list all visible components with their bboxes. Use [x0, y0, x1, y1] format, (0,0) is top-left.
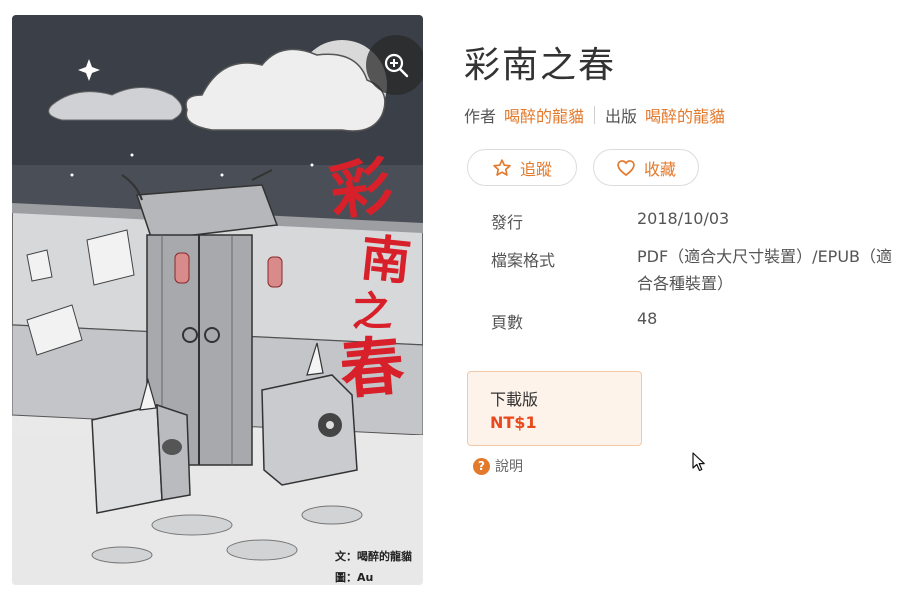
cover-title-char-4: 春 [337, 328, 407, 408]
cover-title-char-3: 之 [352, 288, 392, 335]
release-value: 2018/10/03 [637, 209, 730, 228]
pages-label: 頁數 [491, 313, 524, 332]
zoom-in-icon [384, 53, 409, 78]
mouse-cursor-icon [692, 452, 705, 472]
price-value: NT$1 [490, 413, 537, 432]
author-link[interactable]: 喝醉的龍貓 [504, 103, 584, 127]
publisher-label: 出版 [605, 107, 638, 126]
format-label: 檔案格式 [491, 251, 556, 270]
book-title: 彩南之春 [464, 45, 617, 86]
credits-row: 作者 喝醉的龍貓 出版 喝醉的龍貓 [464, 103, 725, 127]
follow-label: 追蹤 [519, 159, 552, 179]
cover-title-char-1: 彩 [325, 148, 397, 229]
author-label: 作者 [464, 107, 497, 126]
cover-title-char-2: 南 [358, 228, 414, 292]
release-label: 發行 [491, 213, 524, 232]
star-icon [493, 158, 511, 176]
zoom-button[interactable] [366, 35, 423, 95]
follow-button[interactable]: 追蹤 [467, 149, 577, 186]
help-link[interactable]: ? 說明 [473, 456, 523, 476]
question-circle-icon: ? [473, 457, 490, 475]
credits-divider [594, 106, 596, 124]
format-value: PDF（適合大尺寸裝置）/EPUB（適合各種裝置） [637, 247, 893, 293]
price-label: 下載版 [490, 390, 539, 409]
cover-illustration: 彩 南 之 春 文：喝醉的龍貓 圖：Au [12, 15, 423, 585]
pages-value: 48 [637, 309, 658, 328]
book-cover[interactable]: 彩 南 之 春 文：喝醉的龍貓 圖：Au [12, 15, 423, 585]
collect-button[interactable]: 收藏 [593, 149, 699, 186]
cover-caption-text: 文：喝醉的龍貓 [335, 549, 412, 563]
heart-icon [617, 159, 635, 176]
help-label: 說明 [495, 459, 523, 475]
collect-label: 收藏 [643, 159, 676, 179]
publisher-link[interactable]: 喝醉的龍貓 [645, 103, 725, 127]
cover-caption-art: 圖：Au [335, 571, 373, 584]
download-price-option[interactable]: 下載版 NT$1 [467, 371, 642, 446]
